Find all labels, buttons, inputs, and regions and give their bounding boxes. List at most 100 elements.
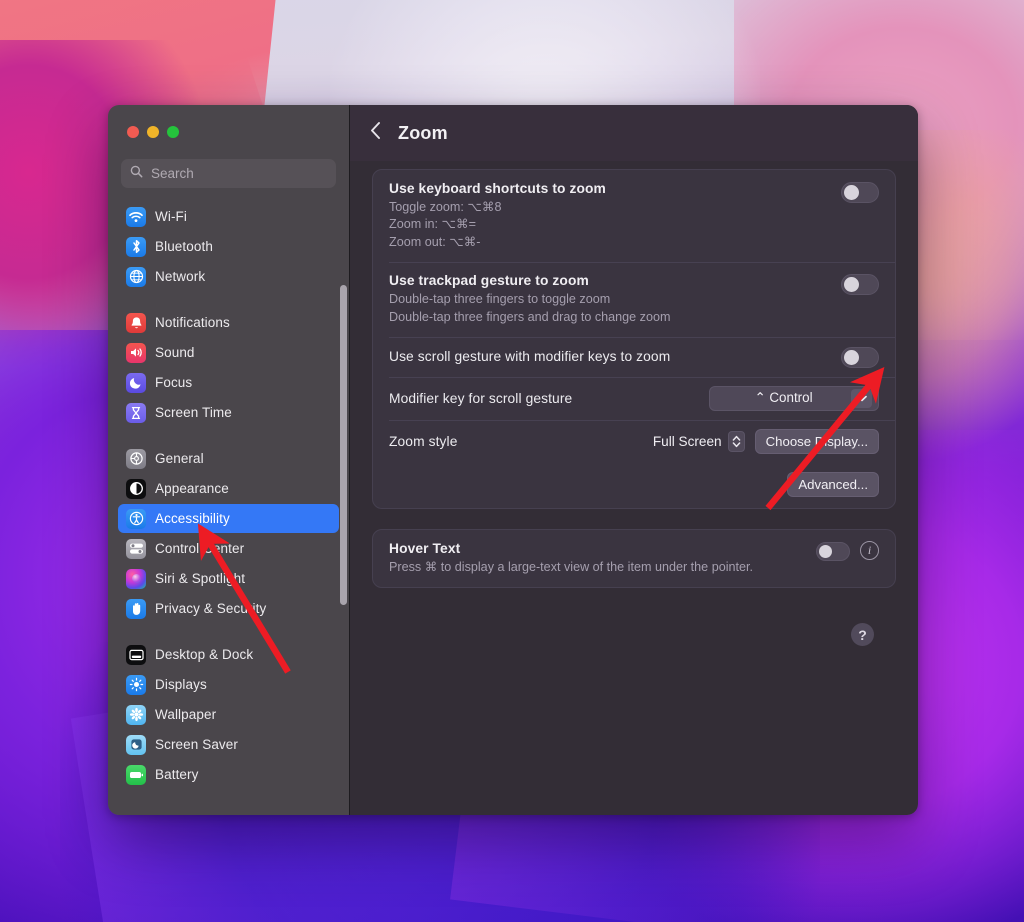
toggle-knob — [844, 277, 859, 293]
siri-orb-icon — [126, 568, 146, 589]
row-subtitle: Press ⌘ to display a large-text view of … — [389, 559, 816, 576]
row-title: Use keyboard shortcuts to zoom — [389, 181, 606, 196]
toggle-knob — [819, 544, 832, 558]
search-icon — [130, 165, 143, 183]
displays-brightness-icon — [126, 674, 146, 695]
row-zoom-style: Zoom style Full Screen Choose Display... — [373, 419, 895, 463]
row-title: Use scroll gesture with modifier keys to… — [389, 349, 671, 365]
choose-display-button[interactable]: Choose Display... — [754, 428, 879, 454]
maximize-button[interactable] — [167, 126, 179, 138]
screen-saver-icon — [126, 734, 146, 755]
sidebar-item-privacy-security[interactable]: Privacy & Security — [118, 594, 339, 623]
sidebar-item-label: Battery — [155, 767, 199, 782]
row-keyboard-shortcuts: Use keyboard shortcuts to zoom Toggle zo… — [373, 170, 895, 262]
sidebar-item-label: Desktop & Dock — [155, 647, 254, 662]
sidebar-item-label: Screen Time — [155, 405, 232, 420]
general-gear-icon — [126, 448, 146, 469]
minimize-button[interactable] — [147, 126, 159, 138]
sidebar-item-label: Privacy & Security — [155, 601, 267, 616]
nav-group-separator — [118, 292, 339, 306]
row-hover-text: Hover Text Press ⌘ to display a large-te… — [373, 530, 895, 587]
advanced-button[interactable]: Advanced... — [787, 471, 879, 497]
content-pane: Zoom Use keyboard shortcuts to zoom Togg… — [350, 105, 918, 815]
trackpad-hint-two: Double-tap three fingers and drag to cha… — [389, 309, 671, 324]
sidebar-item-desktop-dock[interactable]: Desktop & Dock — [118, 640, 339, 669]
sidebar-item-label: Siri & Spotlight — [155, 571, 246, 586]
sidebar-item-label: Notifications — [155, 315, 230, 330]
toggle-knob — [844, 185, 859, 200]
search-placeholder: Search — [151, 166, 194, 181]
toggle-keyboard-shortcuts[interactable] — [841, 182, 879, 203]
sidebar-item-accessibility[interactable]: Accessibility — [118, 504, 339, 533]
sidebar-item-label: Control Center — [155, 541, 245, 556]
chevron-left-icon — [370, 121, 381, 145]
nav-group: Notifications Sound Focus Screen Time — [118, 306, 339, 427]
sidebar-item-label: Accessibility — [155, 511, 230, 526]
sidebar-item-battery[interactable]: Battery — [118, 760, 339, 789]
row-label: Modifier key for scroll gesture — [389, 390, 573, 406]
wifi-icon — [126, 206, 146, 227]
row-subtitle: Toggle zoom: ⌥⌘8 Zoom in: ⌥⌘= Zoom out: … — [389, 199, 841, 251]
sidebar-item-wallpaper[interactable]: Wallpaper — [118, 700, 339, 729]
shortcut-toggle-zoom: Toggle zoom: ⌥⌘8 — [389, 200, 502, 214]
sidebar-item-general[interactable]: General — [118, 444, 339, 473]
control-center-toggles-icon — [126, 538, 146, 559]
sidebar-item-sound[interactable]: Sound — [118, 338, 339, 367]
close-button[interactable] — [127, 126, 139, 138]
zoom-style-value: Full Screen — [652, 433, 722, 449]
sidebar-item-label: General — [155, 451, 204, 466]
help-button[interactable]: ? — [851, 623, 874, 647]
shortcut-zoom-in: Zoom in: ⌥⌘= — [389, 217, 476, 232]
hover-text-hint: Press ⌘ to display a large-text view of … — [389, 559, 754, 574]
nav-group-separator — [118, 624, 339, 638]
privacy-hand-icon — [126, 598, 146, 619]
zoom-style-select[interactable]: Full Screen — [652, 430, 745, 452]
row-subtitle: Double-tap three fingers to toggle zoom … — [389, 291, 841, 326]
row-title: Use trackpad gesture to zoom — [389, 273, 589, 289]
page-title: Zoom — [398, 122, 448, 143]
sidebar-item-siri-spotlight[interactable]: Siri & Spotlight — [118, 564, 339, 593]
back-button[interactable] — [370, 122, 384, 144]
modifier-key-select[interactable]: ⌃ Control — [709, 385, 879, 411]
sidebar-item-label: Wallpaper — [155, 707, 217, 722]
content-body: Use keyboard shortcuts to zoom Toggle zo… — [350, 161, 918, 815]
row-title: Hover Text — [389, 540, 461, 556]
sidebar-item-screen-time[interactable]: Screen Time — [118, 398, 339, 427]
row-label: Zoom style — [389, 433, 458, 449]
sidebar-scrollbar[interactable] — [340, 285, 347, 605]
network-globe-icon — [126, 266, 146, 287]
nav-group: Wi-Fi Bluetooth Network — [118, 200, 339, 291]
toggle-trackpad-gesture[interactable] — [841, 274, 879, 296]
sidebar-item-focus[interactable]: Focus — [118, 368, 339, 397]
toggle-knob — [844, 349, 859, 365]
sidebar-item-appearance[interactable]: Appearance — [118, 474, 339, 503]
sidebar-item-label: Focus — [155, 375, 193, 390]
sound-speaker-icon — [126, 342, 146, 363]
sidebar-item-wi-fi[interactable]: Wi-Fi — [118, 202, 339, 231]
row-trackpad-gesture: Use trackpad gesture to zoom Double-tap … — [373, 262, 895, 337]
nav-group-separator — [118, 428, 339, 442]
wallpaper-flower-icon — [126, 704, 146, 725]
sidebar-item-network[interactable]: Network — [118, 262, 339, 291]
window-traffic-lights — [108, 105, 349, 159]
info-circle-icon[interactable]: i — [860, 541, 879, 561]
screen-time-hourglass-icon — [126, 402, 146, 423]
appearance-contrast-icon — [126, 478, 146, 499]
focus-moon-icon — [126, 372, 146, 393]
sidebar-item-label: Wi-Fi — [155, 209, 187, 224]
sidebar-nav-list[interactable]: Wi-Fi Bluetooth Network Notifications Sound F… — [108, 200, 349, 815]
search-field[interactable]: Search — [121, 159, 336, 188]
help-row: ? — [372, 588, 896, 647]
sidebar-item-label: Bluetooth — [155, 239, 213, 254]
zoom-settings-card: Use keyboard shortcuts to zoom Toggle zo… — [372, 169, 896, 509]
sidebar-item-notifications[interactable]: Notifications — [118, 308, 339, 337]
sidebar-item-label: Sound — [155, 345, 195, 360]
sidebar-search-container: Search — [108, 159, 349, 200]
sidebar-item-control-center[interactable]: Control Center — [118, 534, 339, 563]
toggle-scroll-gesture[interactable] — [841, 346, 879, 368]
toggle-hover-text[interactable] — [816, 541, 850, 561]
sidebar-item-bluetooth[interactable]: Bluetooth — [118, 232, 339, 261]
sidebar-item-displays[interactable]: Displays — [118, 670, 339, 699]
sidebar-item-screen-saver[interactable]: Screen Saver — [118, 730, 339, 759]
chevron-down-icon — [851, 388, 872, 408]
